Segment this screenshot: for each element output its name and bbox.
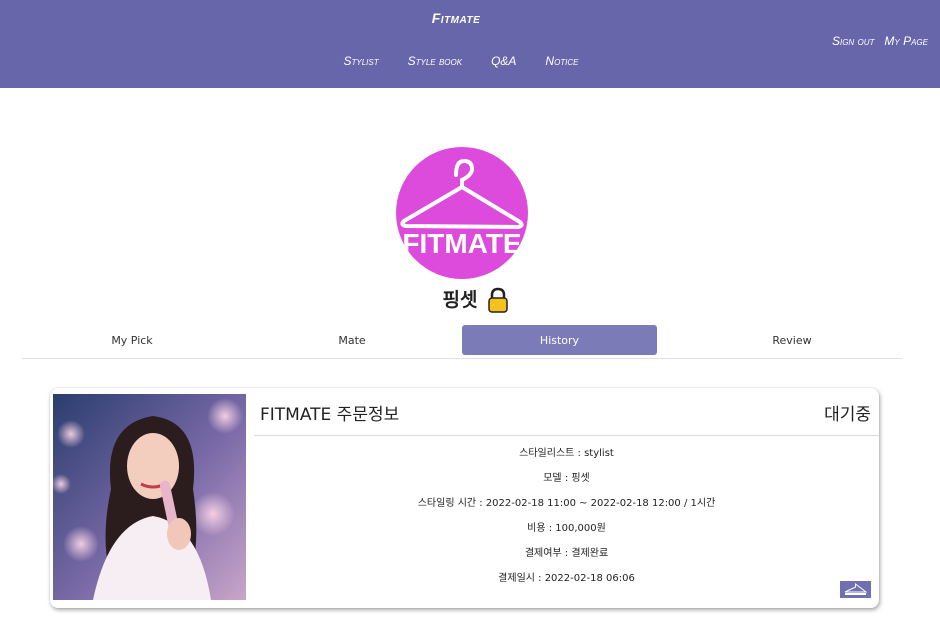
tab-history[interactable]: History: [462, 325, 657, 355]
lock-icon: [487, 287, 509, 313]
order-card: FITMATE 주문정보 대기중 스타일리스트 : stylist 모델 : 핑…: [50, 388, 879, 608]
main-nav: Stylist Style book Q&A Notice: [0, 54, 922, 68]
stylist-photo: [53, 394, 246, 600]
profile-name: 핑셋: [442, 288, 478, 311]
profile-name-row: 핑셋: [0, 283, 940, 313]
profile-tabs: My Pick Mate History Review: [22, 324, 902, 359]
brand-logo[interactable]: Fitmate: [0, 10, 912, 26]
hanger-icon: FITMATE: [400, 158, 524, 259]
user-links: Sign out My Page: [832, 34, 928, 48]
tab-review[interactable]: Review: [682, 325, 902, 355]
tab-my-pick[interactable]: My Pick: [22, 325, 242, 355]
profile-avatar: FITMATE: [396, 147, 528, 279]
detail-payment-date: 결제일시 : 2022-02-18 06:06: [498, 573, 635, 584]
tab-mate[interactable]: Mate: [242, 325, 462, 355]
divider: [254, 435, 879, 436]
nav-style-book[interactable]: Style book: [408, 54, 462, 68]
order-details: 스타일리스트 : stylist 모델 : 핑셋 스타일링 시간 : 2022-…: [254, 446, 879, 596]
nav-notice[interactable]: Notice: [545, 54, 578, 68]
detail-model: 모델 : 핑셋: [543, 473, 590, 484]
detail-cost: 비용 : 100,000원: [527, 523, 606, 534]
nav-qna[interactable]: Q&A: [491, 54, 516, 68]
order-title: FITMATE 주문정보: [260, 405, 400, 425]
avatar-logo-text: FITMATE: [402, 228, 521, 259]
detail-stylist: 스타일리스트 : stylist: [519, 448, 614, 459]
top-navbar: Fitmate Stylist Style book Q&A Notice Si…: [0, 0, 940, 88]
order-status: 대기중: [824, 405, 871, 425]
detail-payment-status: 결제여부 : 결제완료: [524, 548, 609, 559]
my-page-link[interactable]: My Page: [884, 34, 928, 48]
fitmate-mini-logo: [840, 581, 871, 598]
sign-out-link[interactable]: Sign out: [832, 34, 874, 48]
detail-time: 스타일링 시간 : 2022-02-18 11:00 ~ 2022-02-18 …: [417, 498, 716, 509]
nav-stylist[interactable]: Stylist: [343, 54, 378, 68]
